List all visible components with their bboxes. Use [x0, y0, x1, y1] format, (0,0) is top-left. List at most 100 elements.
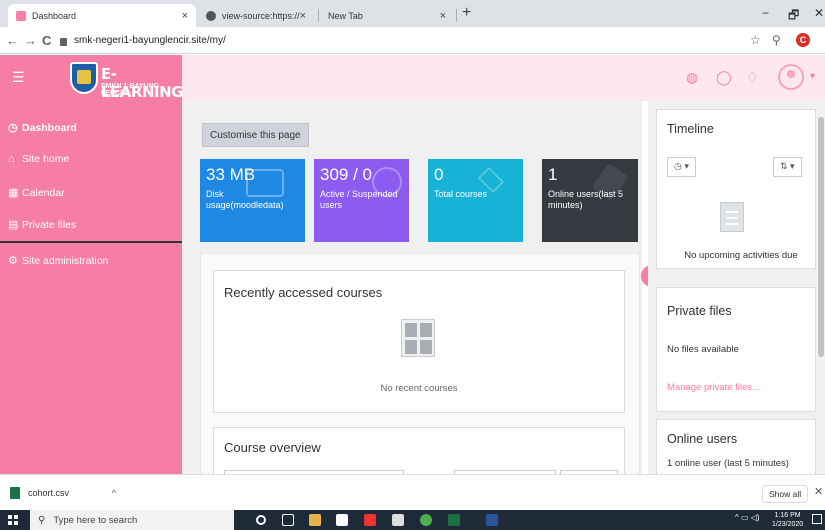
lock-icon [60, 37, 67, 46]
cortana-icon[interactable] [256, 515, 266, 525]
stat-value: 1 [548, 165, 558, 184]
stat-card-users[interactable]: 309 / 0 Active / Suspended users [314, 159, 409, 242]
close-download-bar-icon[interactable]: ✕ [814, 485, 823, 498]
stat-label: Online users(last 5 minutes) [548, 189, 624, 210]
browser-tab-strip: Dashboard × view-source:https://smk-nege… [0, 0, 825, 27]
drawer-item-label: Calendar [22, 186, 65, 199]
globe-icon[interactable]: ◍ [686, 69, 698, 86]
manage-private-files-link[interactable]: Manage private files... [667, 382, 760, 393]
download-item[interactable]: cohort.csv ^ [6, 481, 116, 505]
windows-taskbar: ⚲ Type here to search ^ ▭ ◁) 1:16 PM 1/2… [0, 510, 825, 530]
page-scrollbar[interactable] [817, 101, 825, 474]
tab-view-source[interactable]: view-source:https://smk-negeri1 × [198, 4, 314, 27]
tab-new-tab[interactable]: New Tab × [320, 4, 454, 27]
drawer-item-site-administration[interactable]: ⚙ Site administration [8, 254, 108, 268]
drawer-item-label: Private files [22, 218, 77, 231]
hamburger-menu-icon[interactable]: ☰ [12, 69, 25, 86]
system-tray-icons[interactable]: ^ ▭ ◁) [735, 513, 760, 522]
minimize-button[interactable]: − [762, 6, 769, 20]
close-tab-icon[interactable]: × [182, 10, 188, 22]
right-block-region: Timeline ◷ ▾ ⇅ ▾ No upcoming activities … [648, 101, 817, 479]
file-explorer-icon[interactable] [309, 514, 321, 526]
globe-favicon-icon [206, 10, 216, 21]
clock-time: 1:16 PM [774, 512, 801, 519]
download-file-name: cohort.csv [28, 488, 70, 498]
url-text[interactable]: smk-negeri1-bayunglencir.site/my/ [74, 35, 226, 46]
stat-value: 0 [434, 165, 444, 184]
drawer-divider [0, 241, 182, 243]
tab-title: New Tab [328, 10, 363, 21]
timeline-block: Timeline ◷ ▾ ⇅ ▾ No upcoming activities … [656, 109, 816, 269]
close-tab-icon[interactable]: × [300, 10, 306, 22]
brand-subtitle: SMKN 1 BAYUNG LENCIR [101, 83, 160, 97]
drawer-item-site-home[interactable]: ⌂ Site home [8, 153, 69, 165]
app-icon[interactable] [364, 514, 376, 526]
forward-button[interactable]: → [24, 33, 37, 48]
user-menu-caret-icon[interactable]: ▾ [810, 71, 815, 82]
notification-center-icon[interactable] [812, 514, 822, 524]
navbar-brand-area: ☰ E-LEARNING SMKN 1 BAYUNG LENCIR [0, 55, 183, 101]
chrome-icon[interactable] [420, 514, 432, 526]
school-logo[interactable] [70, 62, 98, 94]
block-title: Timeline [667, 122, 714, 136]
stat-label: Total courses [434, 189, 488, 199]
new-tab-button[interactable]: + [462, 4, 471, 22]
stat-card-total-courses[interactable]: 0 Total courses [428, 159, 523, 242]
profile-avatar[interactable]: C [796, 33, 810, 47]
empty-message: No files available [667, 344, 739, 355]
mail-icon[interactable] [392, 514, 404, 526]
close-tab-icon[interactable]: × [440, 10, 446, 22]
task-view-icon[interactable] [282, 514, 294, 526]
search-icon: ⚲ [38, 514, 46, 526]
empty-message: No recent courses [380, 383, 458, 394]
taskbar-search-placeholder: Type here to search [53, 514, 138, 526]
back-button[interactable]: ← [6, 33, 19, 48]
drawer-item-label: Dashboard [22, 121, 77, 134]
tab-dashboard[interactable]: Dashboard × [8, 4, 196, 27]
restore-button[interactable]: 🗗 [788, 6, 799, 27]
excel-icon[interactable] [448, 514, 460, 526]
home-icon: ⌂ [8, 153, 15, 165]
close-window-button[interactable]: ✕ [814, 6, 824, 20]
stat-value: 33 MB [206, 165, 256, 184]
windows-start-icon[interactable] [8, 515, 18, 525]
drawer-item-label: Site home [22, 153, 70, 165]
stat-label: Active / Suspended users [320, 189, 398, 210]
main-region: Customise this page 33 MB Disk usage(moo… [182, 101, 642, 487]
taskbar-search[interactable]: ⚲ Type here to search [30, 510, 234, 530]
csv-file-icon [10, 487, 20, 499]
stat-card-disk-usage[interactable]: 33 MB Disk usage(moodledata) [200, 159, 305, 242]
recent-courses-block: Recently accessed courses No recent cour… [213, 270, 625, 413]
scrollbar-thumb[interactable] [818, 117, 824, 357]
block-title: Private files [667, 304, 732, 318]
dashboard-icon: ◷ [8, 122, 18, 134]
bookmark-star-icon[interactable]: ☆ [750, 33, 761, 47]
taskbar-clock[interactable]: 1:16 PM 1/23/2020 [772, 511, 803, 529]
extension-icon[interactable]: ⚲ [772, 33, 781, 47]
tab-separator [318, 9, 319, 22]
empty-message: No upcoming activities due [684, 250, 798, 261]
show-all-button[interactable]: Show all [762, 485, 809, 503]
url-bar[interactable]: smk-negeri1-bayunglencir.site/my/ [60, 31, 760, 50]
chat-icon[interactable]: ◯ [716, 69, 732, 86]
word-icon[interactable] [486, 514, 498, 526]
timeline-filter-button[interactable]: ◷ ▾ [667, 157, 696, 177]
stat-card-online-users[interactable]: 1 Online users(last 5 minutes) [542, 159, 638, 242]
timeline-sort-button[interactable]: ⇅ ▾ [773, 157, 802, 177]
chevron-up-icon[interactable]: ^ [112, 488, 116, 498]
user-avatar[interactable] [778, 64, 804, 90]
courses-icon [401, 319, 435, 357]
nav-drawer: ◷ Dashboard ⌂ Site home ▦ Calendar ▤ Pri… [0, 101, 182, 474]
bell-icon[interactable]: ♢ [746, 69, 759, 86]
drawer-item-private-files[interactable]: ▤ Private files [8, 218, 77, 232]
block-title: Course overview [224, 440, 321, 455]
customise-page-button[interactable]: Customise this page [202, 123, 309, 147]
clock-date: 1/23/2020 [772, 521, 804, 528]
reload-button[interactable]: C [42, 33, 51, 48]
store-icon[interactable] [336, 514, 348, 526]
drawer-item-calendar[interactable]: ▦ Calendar [8, 186, 65, 200]
download-bar: cohort.csv ^ Show all ✕ [0, 474, 825, 510]
moodle-favicon-icon [16, 10, 26, 21]
drawer-item-dashboard[interactable]: ◷ Dashboard [8, 121, 77, 135]
block-title: Online users [667, 432, 738, 446]
